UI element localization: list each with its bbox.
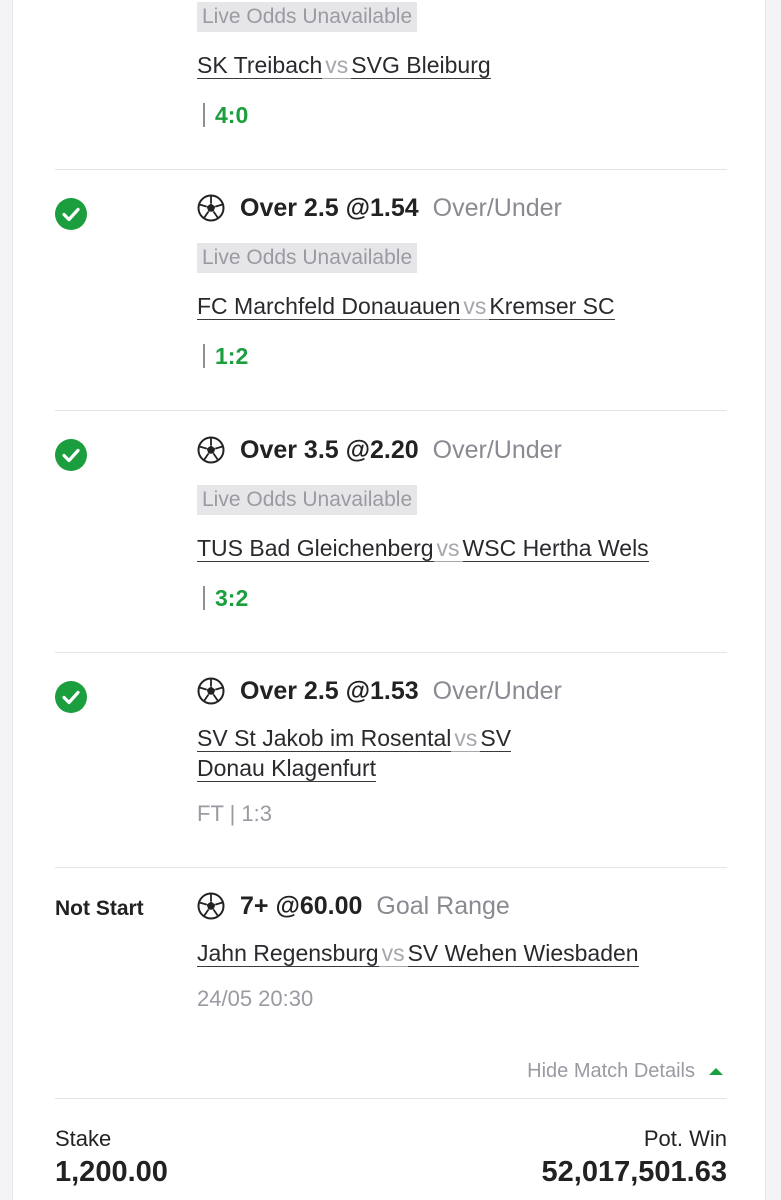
home-team[interactable]: SK Treibach	[197, 52, 323, 79]
score-divider	[203, 586, 205, 610]
match-link[interactable]: FC Marchfeld Donauauen vs Kremser SC	[197, 291, 615, 321]
match-link[interactable]: SV St Jakob im Rosental vs SV	[197, 723, 512, 753]
soccer-ball-icon	[197, 677, 225, 705]
kickoff-time: 24/05 20:30	[197, 986, 314, 1011]
selection-row: 7+ @60.00 Goal Range	[197, 889, 510, 923]
bet-divider	[55, 410, 727, 411]
won-check-icon	[55, 681, 87, 713]
selection-row: Over 3.5 @2.20 Over/Under	[197, 433, 562, 467]
footer-divider	[55, 1098, 727, 1099]
vs-label: vs	[433, 535, 463, 562]
vs-label: vs	[322, 52, 352, 79]
selection-pick: 7+ @60.00	[240, 891, 363, 920]
vs-label: vs	[460, 293, 490, 320]
vs-label: vs	[451, 725, 481, 752]
selection-row: Over 2.5 @1.53 Over/Under	[197, 674, 562, 708]
home-team[interactable]: TUS Bad Gleichenberg	[197, 535, 434, 562]
home-team[interactable]: Jahn Regensburg	[197, 940, 379, 967]
won-check-icon	[55, 198, 87, 230]
pot-win-label: Pot. Win	[643, 1126, 727, 1151]
live-score: 4:0	[203, 100, 248, 130]
away-team[interactable]: WSC Hertha Wels	[462, 535, 649, 562]
match-link[interactable]: Jahn Regensburg vs SV Wehen Wiesbaden	[197, 938, 639, 968]
won-check-icon	[55, 439, 87, 471]
score-value: 4:0	[215, 101, 249, 128]
home-team[interactable]: FC Marchfeld Donauauen	[197, 293, 461, 320]
match-link-continued[interactable]: Donau Klagenfurt	[197, 753, 377, 783]
score-divider	[203, 344, 205, 368]
market-name: Goal Range	[376, 891, 510, 920]
match-result: FT | 1:3	[197, 801, 273, 826]
match-link[interactable]: TUS Bad Gleichenberg vs WSC Hertha Wels	[197, 533, 649, 563]
hide-match-details-button[interactable]: Hide Match Details	[527, 1058, 723, 1084]
bet-divider	[55, 867, 727, 868]
away-team[interactable]: SVG Bleiburg	[351, 52, 491, 79]
selection-row: Over 2.5 @1.54 Over/Under	[197, 191, 562, 225]
selection-pick: Over 2.5 @1.53	[240, 676, 419, 705]
bet-divider	[55, 169, 727, 170]
live-score: 1:2	[203, 341, 248, 371]
stake-label: Stake	[55, 1126, 112, 1151]
selection-pick: Over 2.5 @1.54	[240, 193, 419, 222]
live-odds-unavailable-badge: Live Odds Unavailable	[197, 243, 418, 273]
away-team[interactable]: Kremser SC	[489, 293, 615, 320]
home-team[interactable]: SV St Jakob im Rosental	[197, 725, 452, 752]
pot-win-value: 52,017,501.63	[541, 1156, 727, 1188]
live-score: 3:2	[203, 583, 248, 613]
score-value: 1:2	[215, 342, 249, 369]
away-team-continued[interactable]: Donau Klagenfurt	[197, 755, 377, 782]
hide-match-details-label: Hide Match Details	[527, 1059, 695, 1082]
score-divider	[203, 103, 205, 127]
market-name: Over/Under	[432, 193, 562, 222]
stake-value: 1,200.00	[55, 1156, 168, 1188]
bet-divider	[55, 652, 727, 653]
soccer-ball-icon	[197, 194, 225, 222]
bet-details-card: Live Odds Unavailable SK Treibach vs SVG B…	[12, 0, 766, 1200]
soccer-ball-icon	[197, 436, 225, 464]
caret-up-icon	[709, 1067, 723, 1075]
soccer-ball-icon	[197, 892, 225, 920]
away-team[interactable]: SV	[480, 725, 512, 752]
score-value: 3:2	[215, 584, 249, 611]
market-name: Over/Under	[432, 676, 562, 705]
away-team[interactable]: SV Wehen Wiesbaden	[407, 940, 639, 967]
match-link[interactable]: SK Treibach vs SVG Bleiburg	[197, 50, 491, 80]
live-odds-unavailable-badge: Live Odds Unavailable	[197, 485, 418, 515]
market-name: Over/Under	[432, 435, 562, 464]
vs-label: vs	[378, 940, 408, 967]
selection-pick: Over 3.5 @2.20	[240, 435, 419, 464]
live-odds-unavailable-badge: Live Odds Unavailable	[197, 2, 418, 32]
bet-status-label: Not Start	[55, 897, 144, 920]
